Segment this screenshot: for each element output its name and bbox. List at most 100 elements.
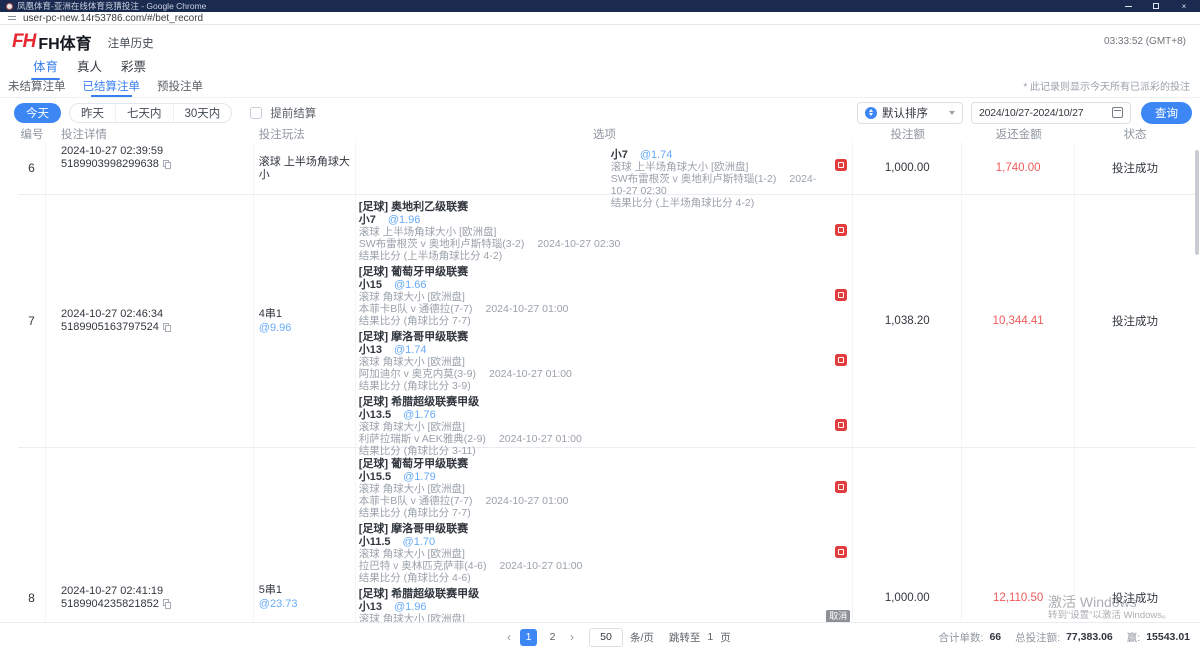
bet-detail-cell: 2024-10-27 02:46:34 5189905163797524	[46, 195, 254, 447]
tab-live-casino[interactable]: 真人	[77, 56, 102, 80]
search-button[interactable]: 查询	[1141, 102, 1192, 124]
copy-icon[interactable]	[163, 323, 172, 333]
brand-logo: FH	[12, 31, 35, 53]
leg-play: 滚球 角球大小 [欧洲盘]	[359, 548, 823, 560]
red-badge-icon	[835, 481, 847, 493]
page-title: 注单历史	[108, 35, 154, 51]
leg-odds: @1.74	[394, 344, 427, 356]
leg-selection: 小15.5	[359, 471, 391, 483]
url-text[interactable]: user-pc-new.14r53786.com/#/bet_record	[23, 13, 203, 24]
bet-time: 2024-10-27 02:39:59	[61, 145, 253, 158]
win-label: 赢:	[1127, 630, 1140, 645]
subtab-settled[interactable]: 已结算注单	[83, 78, 141, 97]
stake-amount: 1,038.20	[853, 195, 962, 447]
table-header: 编号 投注详情 投注玩法 选项 投注额 返还金额 状态	[18, 125, 1195, 142]
bet-detail-cell: 2024-10-27 02:39:59 5189903998299638	[46, 142, 254, 194]
col-header-option: 选项	[356, 126, 854, 142]
filter-30days[interactable]: 30天内	[173, 104, 232, 122]
watermark-line2: 转到“设置”以激活 Windows。	[1048, 610, 1172, 621]
scrollbar[interactable]	[1195, 150, 1199, 255]
next-page-button[interactable]: ›	[568, 630, 576, 644]
address-bar[interactable]: user-pc-new.14r53786.com/#/bet_record	[0, 12, 1200, 25]
bet-play-cell: 4串1 @9.96	[254, 195, 356, 447]
leg-league: [足球] 奥地利乙级联赛	[359, 201, 823, 213]
total-stake-label: 总投注额:	[1015, 630, 1060, 645]
close-button[interactable]: ×	[1178, 1, 1190, 11]
table-row: 7 2024-10-27 02:46:34 5189905163797524 4…	[18, 195, 1195, 448]
category-tabs: 体育 真人 彩票	[0, 58, 1200, 80]
filter-7days[interactable]: 七天内	[115, 104, 173, 122]
leg-league: [足球] 希腊超级联赛甲级	[359, 588, 823, 600]
leg-match: 拉巴特 v 奥林匹克萨菲(4-6)	[359, 560, 487, 572]
tab-switcher-icon[interactable]	[8, 16, 16, 20]
bet-id: 5189905163797524	[61, 321, 159, 334]
early-settle-checkbox[interactable]	[250, 107, 262, 119]
table-row: 6 2024-10-27 02:39:59 5189903998299638 滚…	[18, 142, 1195, 195]
leg-play: 滚球 角球大小 [欧洲盘]	[359, 356, 823, 368]
maximize-button[interactable]	[1150, 1, 1162, 11]
early-settle-label: 提前结算	[270, 105, 316, 121]
sort-select[interactable]: 默认排序	[857, 102, 963, 124]
payout-amount: 1,740.00	[962, 142, 1075, 194]
copy-icon[interactable]	[163, 599, 172, 609]
prev-page-button[interactable]: ‹	[505, 630, 513, 644]
leg-result: 结果比分 (上半场角球比分 4-2)	[359, 250, 823, 262]
leg-play: 滚球 角球大小 [欧洲盘]	[359, 291, 823, 303]
page-2-button[interactable]: 2	[544, 629, 561, 646]
bet-detail-cell: 2024-10-27 02:41:19 5189904235821852	[46, 448, 254, 650]
sort-value: 默认排序	[882, 105, 944, 121]
play-name: 5串1	[259, 584, 355, 597]
subtab-unsettled[interactable]: 未结算注单	[8, 78, 66, 97]
page-size-unit: 条/页	[630, 630, 654, 645]
leg-selection: 小13.5	[359, 409, 391, 421]
bet-id: 5189904235821852	[61, 598, 159, 611]
leg-odds: @1.96	[388, 214, 421, 226]
page-size-select[interactable]: 50	[589, 628, 623, 647]
leg-league: [足球] 希腊超级联赛甲级	[359, 396, 823, 408]
bet-leg: [足球] 葡萄牙甲级联赛 小15.5@1.79 滚球 角球大小 [欧洲盘] 本菲…	[359, 458, 853, 519]
play-odds: @23.73	[259, 598, 355, 611]
leg-match-line: 本菲卡B队 v 通德拉(7-7)2024-10-27 01:00	[359, 303, 823, 315]
count-value: 66	[989, 631, 1001, 643]
page-1-button[interactable]: 1	[520, 629, 537, 646]
leg-odds: @1.76	[403, 409, 436, 421]
col-header-no: 编号	[18, 126, 46, 142]
col-header-play: 投注玩法	[254, 126, 356, 142]
leg-time: 2024-10-27 01:00	[485, 495, 568, 507]
leg-match-line: SW布雷根茨 v 奥地利卢斯特瑙(3-2)2024-10-27 02:30	[359, 238, 823, 250]
server-clock: 03:33:52 (GMT+8)	[1104, 36, 1188, 47]
leg-play: 滚球 上半场角球大小 [欧洲盘]	[611, 161, 823, 173]
subtab-prebet[interactable]: 预投注单	[157, 78, 203, 97]
copy-icon[interactable]	[163, 160, 172, 170]
leg-match-line: 阿加迪尔 v 奥克内莫(3-9)2024-10-27 01:00	[359, 368, 823, 380]
leg-match: 利萨拉瑞斯 v AEK雅典(2-9)	[359, 433, 486, 445]
play-name: 滚球 上半场角球大小	[259, 156, 355, 182]
leg-match: 本菲卡B队 v 通德拉(7-7)	[359, 303, 473, 315]
tab-lottery[interactable]: 彩票	[121, 56, 146, 80]
leg-selection: 小15	[359, 279, 382, 291]
minimize-button[interactable]	[1122, 1, 1134, 11]
bet-id: 5189903998299638	[61, 158, 159, 171]
windows-activation-watermark: 激活 Windows 转到“设置”以激活 Windows。	[1048, 595, 1172, 621]
leg-match: SW布雷根茨 v 奥地利卢斯特瑙(3-2)	[359, 238, 525, 250]
leg-odds: @1.79	[403, 471, 436, 483]
red-badge-icon	[835, 289, 847, 301]
tab-sports[interactable]: 体育	[33, 56, 58, 80]
leg-league: [足球] 葡萄牙甲级联赛	[359, 266, 823, 278]
leg-selection: 小7	[359, 214, 376, 226]
footer-bar: ‹ 1 2 › 50 条/页 跳转至 1 页 合计单数: 66 总投注额: 77…	[0, 622, 1200, 650]
red-badge-icon	[835, 419, 847, 431]
filter-yesterday[interactable]: 昨天	[70, 104, 115, 122]
row-number: 7	[18, 195, 46, 447]
filter-today[interactable]: 今天	[14, 103, 61, 123]
leg-result: 结果比分 (角球比分 4-6)	[359, 572, 823, 584]
row-number: 6	[18, 142, 46, 194]
jump-page-input[interactable]: 1	[707, 631, 713, 643]
leg-match-line: 利萨拉瑞斯 v AEK雅典(2-9)2024-10-27 01:00	[359, 433, 823, 445]
bet-play-cell: 5串1 @23.73	[254, 448, 356, 650]
red-badge-icon	[835, 159, 847, 171]
red-badge-icon	[835, 354, 847, 366]
date-range-input[interactable]: 2024/10/27-2024/10/27	[971, 102, 1131, 124]
leg-play: 滚球 角球大小 [欧洲盘]	[359, 421, 823, 433]
bet-id-line: 5189905163797524	[61, 321, 253, 334]
